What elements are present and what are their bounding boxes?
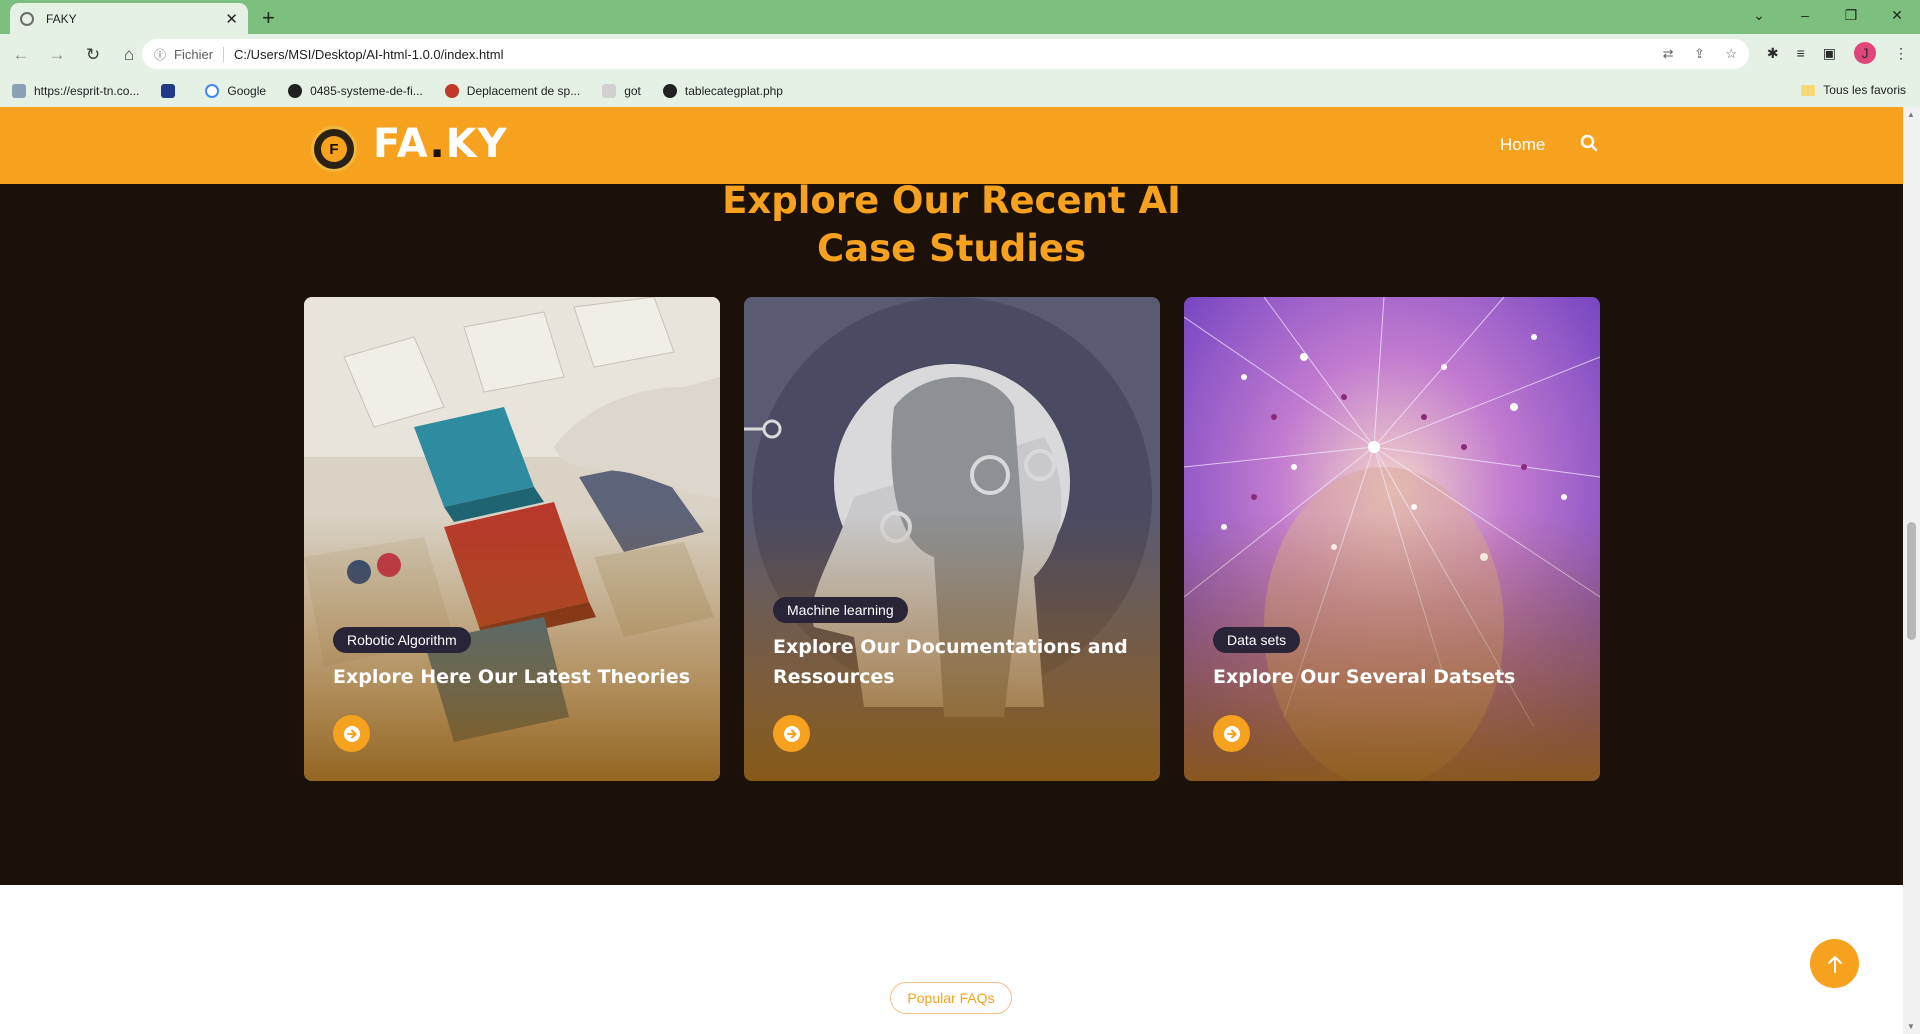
- site-header: F FA.KY Home: [0, 107, 1903, 184]
- arrow-right-icon[interactable]: [1213, 715, 1250, 752]
- bookmark-item[interactable]: 0485-systeme-de-fi...: [288, 84, 423, 98]
- card-badge: Robotic Algorithm: [333, 627, 471, 653]
- url-text[interactable]: C:/Users/MSI/Desktop/AI-html-1.0.0/index…: [234, 47, 1647, 62]
- address-bar[interactable]: ⓘ Fichier C:/Users/MSI/Desktop/AI-html-1…: [142, 39, 1749, 69]
- toolbar-right: ✱ ≡ ▣ J ⋮: [1767, 42, 1908, 64]
- all-bookmarks[interactable]: Tous les favoris: [1801, 83, 1906, 97]
- scheme-label: Fichier: [174, 46, 225, 62]
- bookmark-item[interactable]: https://esprit-tn.co...: [12, 84, 139, 98]
- browser-toolbar: ← → ↻ ⌂ ⓘ Fichier C:/Users/MSI/Desktop/A…: [0, 34, 1920, 75]
- share-icon[interactable]: ⇪: [1694, 46, 1705, 61]
- card-title[interactable]: Explore Here Our Latest Theories: [333, 662, 693, 692]
- tab-search-icon[interactable]: ⌄: [1736, 7, 1782, 24]
- back-to-top-button[interactable]: [1810, 939, 1859, 988]
- folder-icon: [1801, 84, 1816, 96]
- globe-icon: [288, 84, 303, 98]
- logo-icon[interactable]: F: [311, 126, 357, 172]
- site-icon: [12, 84, 26, 98]
- bookmark-star-icon[interactable]: ☆: [1725, 46, 1737, 61]
- case-study-card[interactable]: Machine learning Explore Our Documentati…: [744, 297, 1160, 781]
- arrow-right-icon[interactable]: [773, 715, 810, 752]
- new-tab-icon[interactable]: +: [262, 5, 275, 31]
- case-study-card[interactable]: Robotic Algorithm Explore Here Our Lates…: [304, 297, 720, 781]
- reload-icon[interactable]: ↻: [78, 45, 108, 65]
- card-overlay: [1184, 297, 1600, 781]
- card-badge: Machine learning: [773, 597, 908, 623]
- scrollbar-thumb[interactable]: [1907, 522, 1916, 640]
- card-title[interactable]: Explore Our Documentations and Ressource…: [773, 632, 1133, 692]
- case-studies-section: Explore Our Recent AI Case Studies Robot…: [0, 107, 1903, 885]
- back-icon[interactable]: ←: [6, 45, 36, 65]
- page-viewport: Explore Our Recent AI Case Studies Robot…: [0, 107, 1903, 1034]
- menu-icon[interactable]: ⋮: [1894, 45, 1908, 62]
- card-overlay: [744, 297, 1160, 781]
- tab-title: FAKY: [46, 11, 77, 26]
- bookmarks-bar: https://esprit-tn.co... Google 0485-syst…: [0, 75, 1920, 107]
- home-icon[interactable]: ⌂: [114, 45, 144, 65]
- side-panel-icon[interactable]: ▣: [1823, 45, 1836, 62]
- site-icon: [161, 84, 176, 98]
- arrow-right-icon[interactable]: [333, 715, 370, 752]
- search-icon[interactable]: [1580, 134, 1598, 152]
- bookmark-item[interactable]: tablecategplat.php: [662, 84, 783, 98]
- bookmark-item[interactable]: [161, 84, 183, 98]
- media-icon[interactable]: ≡: [1797, 45, 1805, 61]
- restore-icon[interactable]: ❐: [1828, 7, 1874, 24]
- google-icon: [205, 84, 220, 98]
- forward-icon[interactable]: →: [42, 45, 72, 65]
- browser-tab[interactable]: FAKY ✕: [10, 3, 248, 34]
- site-icon: [602, 84, 617, 98]
- globe-icon: [662, 84, 677, 98]
- minimize-icon[interactable]: –: [1782, 7, 1828, 23]
- case-study-card[interactable]: Data sets Explore Our Several Datsets: [1184, 297, 1600, 781]
- translate-icon[interactable]: ⇄: [1663, 46, 1674, 61]
- info-icon[interactable]: ⓘ: [154, 46, 166, 63]
- scroll-down-icon[interactable]: ▼: [1907, 1022, 1915, 1031]
- faq-section-tag: Popular FAQs: [890, 982, 1012, 1014]
- section-title: Explore Our Recent AI Case Studies: [722, 179, 1181, 270]
- window-controls: ⌄ – ❐ ✕: [1736, 0, 1920, 30]
- site-logo-text[interactable]: FA.KY: [373, 121, 508, 167]
- window-close-icon[interactable]: ✕: [1874, 7, 1920, 24]
- scroll-up-icon[interactable]: ▲: [1907, 110, 1915, 119]
- omnibox-actions: ⇄ ⇪ ☆: [1647, 45, 1737, 63]
- globe-icon: [20, 11, 34, 26]
- page-scrollbar[interactable]: ▲ ▼: [1903, 107, 1920, 1034]
- bookmark-item[interactable]: Google: [205, 84, 266, 98]
- bookmark-item[interactable]: got: [602, 84, 641, 98]
- card-badge: Data sets: [1213, 627, 1301, 653]
- card-overlay: [304, 297, 720, 781]
- nav-home-link[interactable]: Home: [1500, 135, 1545, 155]
- profile-avatar[interactable]: J: [1854, 42, 1876, 64]
- bookmark-item[interactable]: Deplacement de sp...: [444, 84, 580, 98]
- card-title[interactable]: Explore Our Several Datsets: [1213, 662, 1573, 692]
- close-tab-icon[interactable]: ✕: [225, 10, 238, 28]
- arrow-up-icon: [1827, 955, 1842, 973]
- browser-tab-strip: FAKY ✕ + ⌄ – ❐ ✕: [0, 0, 1920, 34]
- extensions-icon[interactable]: ✱: [1767, 45, 1779, 62]
- site-icon: [444, 84, 459, 98]
